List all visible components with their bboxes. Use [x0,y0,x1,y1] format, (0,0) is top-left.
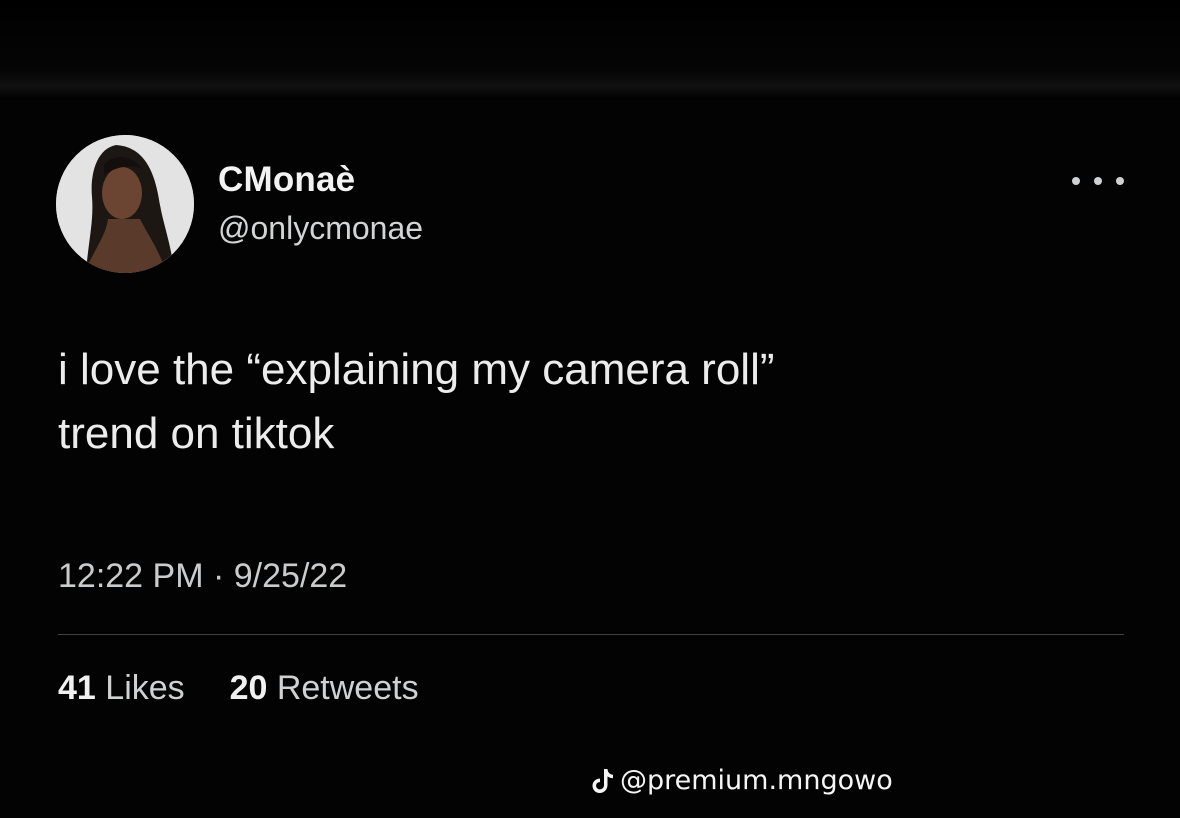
tweet-date: 9/25/22 [233,557,348,595]
likes-count: 41 [58,669,96,707]
top-shadow-band [0,0,1180,100]
retweets-stat[interactable]: 20 Retweets [230,669,419,707]
watermark-text: @premium.mngowo [620,765,893,796]
more-horizontal-icon[interactable] [1072,166,1124,196]
tiktok-icon [592,768,613,793]
timestamp-separator: · [212,557,225,595]
tweet-screenshot: CMonaè @onlycmonae i love the “explainin… [0,0,1180,818]
retweets-count: 20 [229,669,268,707]
avatar-photo [56,135,194,273]
tweet-text-line: i love the “explaining my camera roll” [58,345,775,394]
avatar[interactable] [56,135,194,273]
author-handle[interactable]: @onlycmonae [218,210,423,247]
tweet-text: i love the “explaining my camera roll” t… [58,338,1118,466]
dot [1072,177,1080,185]
dot [1116,177,1124,185]
likes-label: Likes [105,669,185,707]
tweet-time: 12:22 PM [58,557,204,595]
divider [58,634,1124,635]
tweet-timestamp[interactable]: 12:22 PM · 9/25/22 [58,557,347,596]
dot [1094,177,1102,185]
author-display-name[interactable]: CMonaè [218,160,355,200]
retweets-label: Retweets [276,669,419,707]
likes-stat[interactable]: 41 Likes [58,669,194,707]
tweet-stats: 41 Likes 20 Retweets [58,669,419,708]
watermark: @premium.mngowo [592,765,893,796]
tweet-text-line: trend on tiktok [58,409,335,458]
